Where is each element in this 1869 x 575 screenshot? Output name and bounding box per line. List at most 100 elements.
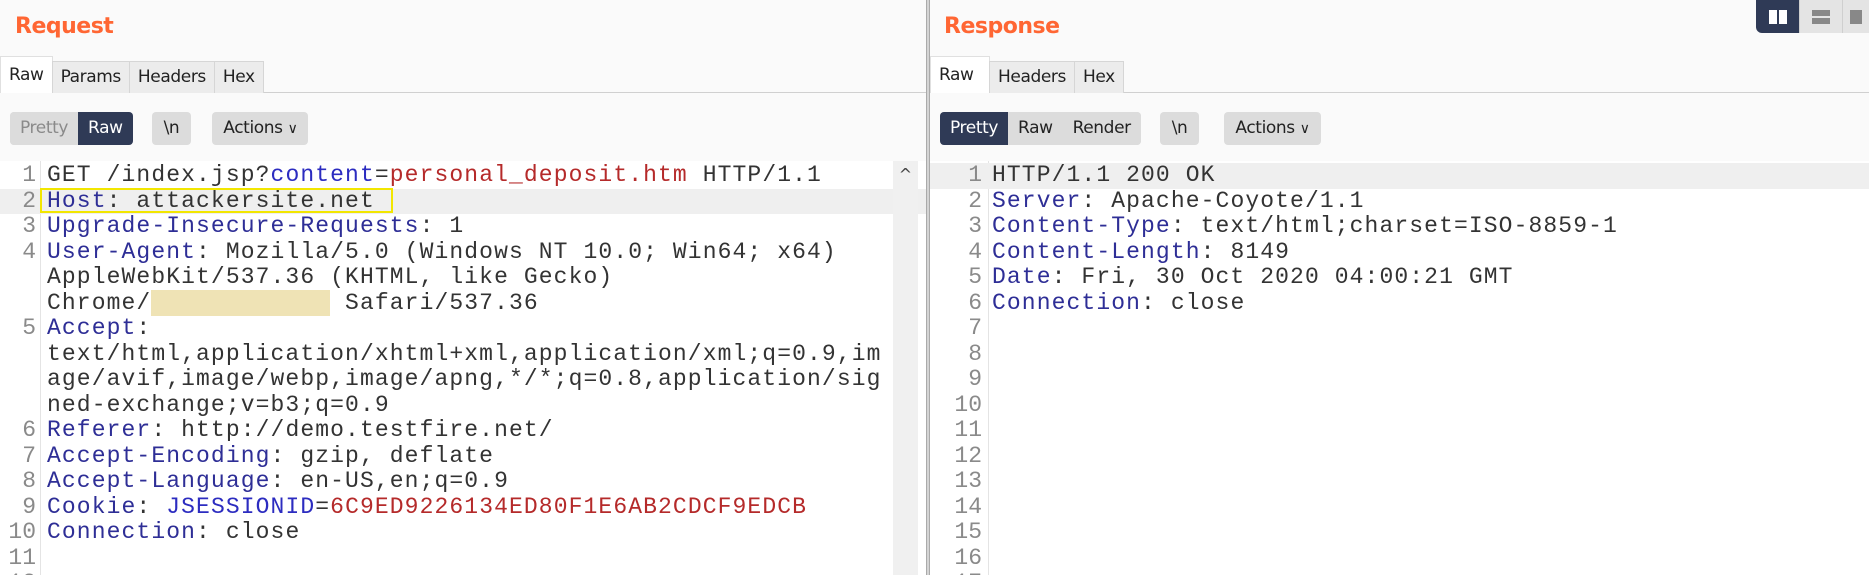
request-toolbar: Pretty Raw \n Actions ∨ — [10, 112, 309, 145]
render-button[interactable]: Render — [1062, 112, 1141, 145]
code-line: 7 Accept-Encoding: gzip, deflate — [0, 442, 926, 470]
line-text: User-Agent: Mozilla/5.0 (Windows NT 10.0… — [47, 238, 837, 266]
code-line: 10 — [930, 391, 1869, 419]
line-text: Server: Apache-Coyote/1.1 — [992, 187, 1365, 215]
line-number: 7 — [22, 442, 36, 469]
response-pane: Response Raw Headers Hex Pretty Raw Rend… — [930, 0, 1869, 575]
code-line: AppleWebKit/537.36 (KHTML, like Gecko) — [0, 264, 926, 291]
line-number: 15 — [954, 519, 982, 545]
code-line: 10 Connection: close — [0, 519, 926, 546]
param-value: personal_deposit.htm — [389, 162, 688, 188]
code-line: 1 HTTP/1.1 200 OK — [930, 162, 1869, 189]
line-text: Referer: http://demo.testfire.net/ — [47, 417, 554, 444]
line-number: 9 — [22, 493, 36, 520]
code-line: 12 — [0, 570, 926, 575]
line-text: Date: Fri, 30 Oct 2020 04:00:21 GMT — [992, 264, 1514, 291]
text: GET /index.jsp? — [47, 162, 271, 188]
header-name: Cookie — [47, 493, 137, 520]
tab-headers[interactable]: Headers — [989, 61, 1075, 93]
view-toggle: Pretty Raw — [10, 112, 133, 145]
text: : Apache-Coyote/1.1 — [1081, 187, 1365, 214]
line-text: HTTP/1.1 200 OK — [992, 162, 1216, 189]
tab-hex[interactable]: Hex — [213, 61, 264, 93]
header-name: Content-Type — [992, 213, 1171, 239]
request-tabs: Raw Params Headers Hex — [0, 56, 264, 93]
single-pane-icon[interactable] — [1842, 0, 1869, 33]
header-name: User-Agent — [47, 238, 197, 265]
code-line: age/avif,image/webp,image/apng,*/*;q=0.8… — [0, 366, 926, 393]
line-number: 12 — [954, 442, 982, 469]
line-number: 2 — [968, 187, 982, 214]
code-line: 9 Cookie: JSESSIONID=6C9ED9226134ED80F1E6… — [0, 493, 926, 521]
tab-hex[interactable]: Hex — [1073, 61, 1124, 93]
line-number: 6 — [22, 417, 36, 443]
stacked-icon[interactable] — [1799, 0, 1842, 33]
text: HTTP/1.1 — [687, 162, 822, 188]
line-number: 8 — [968, 340, 982, 367]
code-line: 6 Referer: http://demo.testfire.net/ — [0, 417, 926, 444]
request-pane: Request Raw Params Headers Hex Pretty Ra… — [0, 0, 926, 575]
header-name: Accept-Language — [47, 468, 271, 494]
line-number: 10 — [954, 391, 982, 418]
text: = — [315, 493, 331, 520]
line-number: 13 — [954, 468, 982, 494]
header-name: Server — [992, 187, 1082, 214]
pretty-button[interactable]: Pretty — [10, 112, 79, 145]
line-number: 5 — [968, 264, 982, 290]
line-number: 14 — [954, 493, 982, 520]
chevron-down-icon: ∨ — [287, 121, 298, 137]
line-text: Chrome/ Safari/537.36 — [47, 289, 539, 317]
newline-toggle-button[interactable]: \n — [1159, 112, 1200, 145]
text: : close — [196, 519, 301, 545]
line-text: Connection: close — [47, 519, 301, 546]
request-editor[interactable]: 1 GET /index.jsp?content=personal_deposit… — [0, 161, 926, 575]
text: ned-exchange;v=b3;q=0.9 — [47, 391, 390, 418]
code-line: 16 — [930, 545, 1869, 572]
text: Chrome/ — [47, 289, 152, 316]
code-line: ned-exchange;v=b3;q=0.9 — [0, 391, 926, 419]
view-toggle: Pretty Raw Render — [940, 112, 1141, 145]
actions-button[interactable]: Actions ∨ — [1224, 112, 1321, 145]
response-editor[interactable]: 1 HTTP/1.1 200 OK 2 Server: Apache-Coyote/1… — [930, 161, 1869, 575]
header-name: Upgrade-Insecure-Requests — [47, 213, 420, 239]
scrollbar[interactable]: ^ — [893, 161, 918, 575]
code-line: 3 Content-Type: text/html;charset=ISO-885… — [930, 213, 1869, 240]
text: : — [136, 315, 152, 341]
header-name: Accept-Encoding — [47, 442, 271, 469]
line-text: Upgrade-Insecure-Requests: 1 — [47, 213, 465, 240]
line-number: 2 — [22, 187, 36, 214]
text: : 1 — [419, 213, 465, 239]
line-number: 1 — [22, 162, 36, 188]
tab-raw[interactable]: Raw — [930, 56, 990, 93]
line-number: 11 — [8, 544, 36, 571]
line-number: 4 — [968, 238, 982, 265]
code-line: 5 Date: Fri, 30 Oct 2020 04:00:21 GMT — [930, 264, 1869, 291]
line-number: 6 — [968, 289, 982, 316]
response-title: Response — [944, 14, 1060, 39]
raw-button[interactable]: Raw — [1008, 112, 1063, 145]
tab-params[interactable]: Params — [51, 61, 130, 93]
text: : 8149 — [1200, 238, 1291, 265]
scroll-up-icon[interactable]: ^ — [893, 165, 918, 184]
line-text: Cookie: JSESSIONID=6C9ED9226134ED80F1E6A… — [47, 493, 807, 521]
code-line: Chrome/ Safari/537.36 — [0, 289, 926, 317]
code-line: 5 Accept: — [0, 315, 926, 342]
side-by-side-icon[interactable] — [1756, 0, 1799, 33]
pretty-button[interactable]: Pretty — [940, 112, 1009, 145]
text: Safari/537.36 — [330, 289, 539, 316]
tab-raw[interactable]: Raw — [0, 56, 53, 93]
actions-label: Actions — [223, 118, 283, 138]
code-line: 9 — [930, 366, 1869, 393]
tab-headers[interactable]: Headers — [128, 61, 215, 93]
text: age/avif,image/webp,image/apng,*/*;q=0.8… — [47, 366, 882, 392]
param-name: JSESSIONID — [166, 493, 316, 520]
line-number: 1 — [968, 162, 982, 188]
actions-button[interactable]: Actions ∨ — [212, 112, 309, 145]
line-number: 3 — [968, 213, 982, 239]
code-line: 12 — [930, 442, 1869, 470]
response-toolbar: Pretty Raw Render \n Actions ∨ — [940, 112, 1321, 145]
raw-button[interactable]: Raw — [78, 112, 133, 145]
header-name: Date — [992, 264, 1052, 290]
newline-toggle-button[interactable]: \n — [151, 112, 192, 145]
code-line: 2 Server: Apache-Coyote/1.1 — [930, 187, 1869, 215]
